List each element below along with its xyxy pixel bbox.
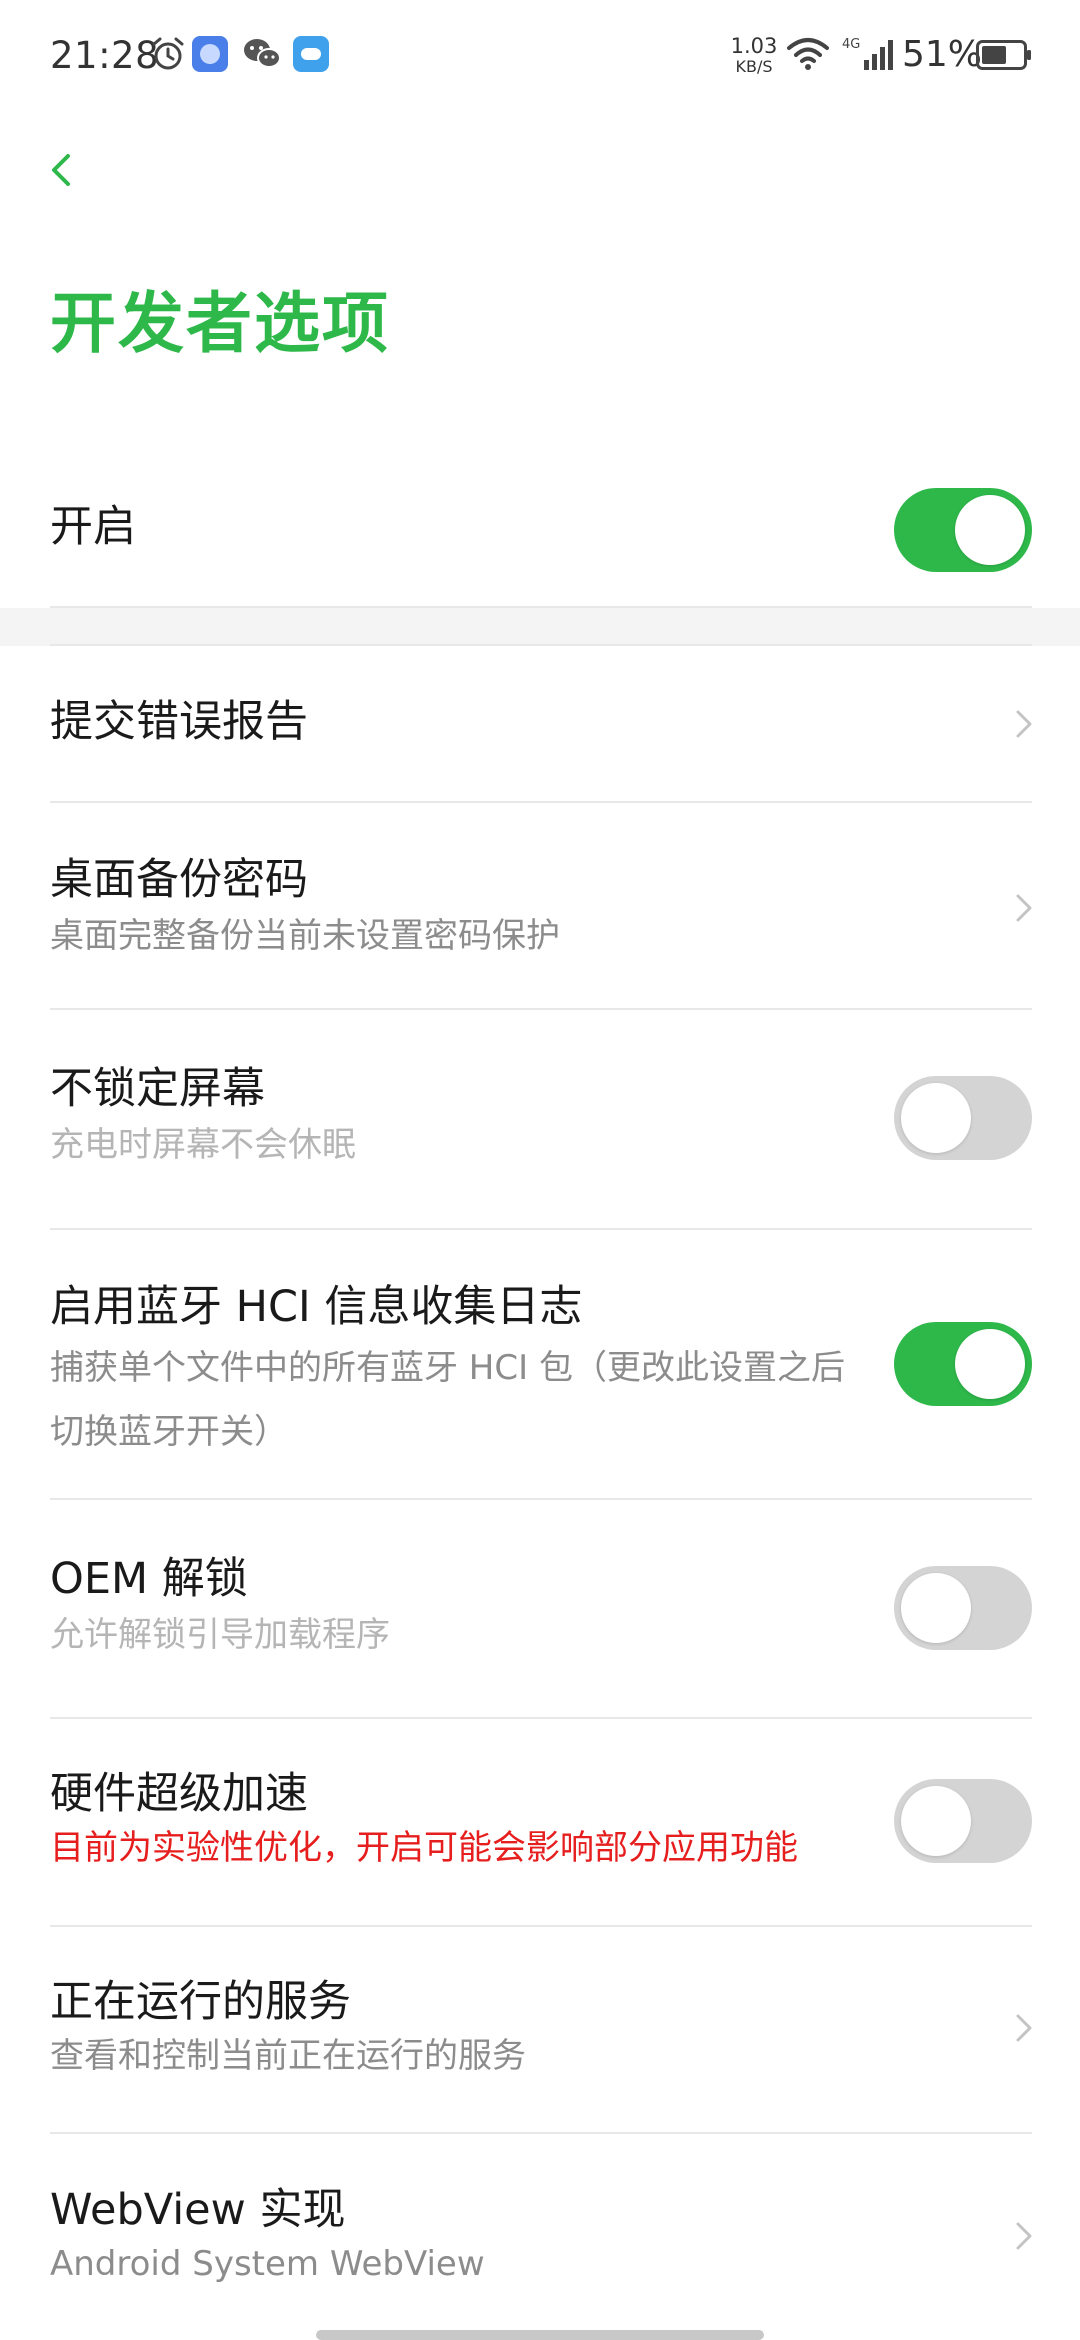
bt-hci-log-toggle[interactable] bbox=[894, 1322, 1032, 1406]
setting-enable[interactable]: 开启 bbox=[50, 500, 1032, 556]
setting-oem-unlock-label: OEM 解锁 bbox=[50, 1554, 248, 1604]
divider bbox=[50, 1717, 1032, 1719]
setting-running-services[interactable]: 正在运行的服务 查看和控制当前正在运行的服务 bbox=[50, 1975, 1032, 2088]
setting-stay-awake-label: 不锁定屏幕 bbox=[50, 1064, 265, 1114]
divider bbox=[50, 1008, 1032, 1010]
page-title: 开发者选项 bbox=[50, 285, 390, 362]
setting-webview-label: WebView 实现 bbox=[50, 2185, 346, 2235]
setting-bt-hci-log-label: 启用蓝牙 HCI 信息收集日志 bbox=[50, 1282, 583, 1332]
setting-hw-accel-warning: 目前为实验性优化，开启可能会影响部分应用功能 bbox=[50, 1827, 798, 1868]
weather-icon bbox=[293, 36, 329, 72]
setting-running-services-label: 正在运行的服务 bbox=[50, 1977, 351, 2027]
setting-bt-hci-log[interactable]: 启用蓝牙 HCI 信息收集日志 捕获单个文件中的所有蓝牙 HCI 包（更改此设置… bbox=[50, 1280, 1032, 1464]
section-separator bbox=[0, 608, 1080, 646]
setting-bug-report[interactable]: 提交错误报告 bbox=[50, 695, 1032, 751]
chevron-right-icon bbox=[1016, 2222, 1032, 2250]
toggle-knob bbox=[955, 495, 1025, 565]
chevron-right-icon bbox=[1016, 894, 1032, 922]
setting-hw-accel-label: 硬件超级加速 bbox=[50, 1769, 308, 1819]
divider bbox=[50, 2132, 1032, 2134]
developer-options-screen: 21:28 1.03 KB/S 4G 51% 开发者选项 开启 提交错误报告 桌… bbox=[0, 0, 1080, 2340]
divider bbox=[50, 1498, 1032, 1500]
divider bbox=[50, 1925, 1032, 1927]
setting-oem-unlock[interactable]: OEM 解锁 允许解锁引导加载程序 bbox=[50, 1552, 1032, 1667]
setting-running-services-desc: 查看和控制当前正在运行的服务 bbox=[50, 2035, 526, 2076]
signal-icon: 4G bbox=[842, 36, 894, 72]
setting-desktop-backup-password-desc: 桌面完整备份当前未设置密码保护 bbox=[50, 915, 560, 956]
network-speed: 1.03 KB/S bbox=[728, 36, 780, 75]
setting-hw-accel[interactable]: 硬件超级加速 目前为实验性优化，开启可能会影响部分应用功能 bbox=[50, 1767, 1032, 1880]
setting-webview-desc: Android System WebView bbox=[50, 2243, 485, 2284]
alarm-icon bbox=[150, 36, 186, 72]
wechat-icon bbox=[242, 36, 282, 72]
back-arrow-icon bbox=[52, 154, 70, 186]
network-type-label: 4G bbox=[842, 37, 860, 52]
enable-toggle[interactable] bbox=[894, 488, 1032, 572]
divider bbox=[50, 1228, 1032, 1230]
setting-enable-label: 开启 bbox=[50, 502, 136, 552]
toggle-knob bbox=[901, 1083, 971, 1153]
hw-accel-toggle[interactable] bbox=[894, 1779, 1032, 1863]
wifi-icon bbox=[786, 36, 830, 72]
toggle-knob bbox=[955, 1329, 1025, 1399]
battery-icon bbox=[976, 40, 1032, 70]
setting-stay-awake-desc: 充电时屏幕不会休眠 bbox=[50, 1124, 356, 1165]
chevron-right-icon bbox=[1016, 710, 1032, 738]
app-notification-icon bbox=[192, 36, 228, 72]
divider bbox=[50, 801, 1032, 803]
network-speed-unit: KB/S bbox=[735, 57, 773, 76]
toggle-knob bbox=[901, 1786, 971, 1856]
toggle-knob bbox=[901, 1573, 971, 1643]
setting-oem-unlock-desc: 允许解锁引导加载程序 bbox=[50, 1614, 390, 1655]
setting-desktop-backup-password[interactable]: 桌面备份密码 桌面完整备份当前未设置密码保护 bbox=[50, 853, 1032, 968]
stay-awake-toggle[interactable] bbox=[894, 1076, 1032, 1160]
setting-stay-awake[interactable]: 不锁定屏幕 充电时屏幕不会休眠 bbox=[50, 1062, 1032, 1177]
setting-desktop-backup-password-label: 桌面备份密码 bbox=[50, 855, 308, 905]
oem-unlock-toggle[interactable] bbox=[894, 1566, 1032, 1650]
network-speed-value: 1.03 bbox=[730, 34, 778, 58]
setting-bug-report-label: 提交错误报告 bbox=[50, 697, 308, 747]
chevron-right-icon bbox=[1016, 2014, 1032, 2042]
home-indicator[interactable] bbox=[316, 2330, 764, 2340]
setting-webview[interactable]: WebView 实现 Android System WebView bbox=[50, 2183, 1032, 2296]
status-time: 21:28 bbox=[50, 34, 160, 77]
setting-bt-hci-log-desc: 捕获单个文件中的所有蓝牙 HCI 包（更改此设置之后切换蓝牙开关） bbox=[50, 1347, 845, 1452]
battery-percent: 51% bbox=[902, 34, 983, 75]
status-bar: 21:28 1.03 KB/S 4G 51% bbox=[0, 0, 1080, 110]
divider bbox=[50, 644, 1032, 646]
back-button[interactable] bbox=[36, 140, 88, 200]
